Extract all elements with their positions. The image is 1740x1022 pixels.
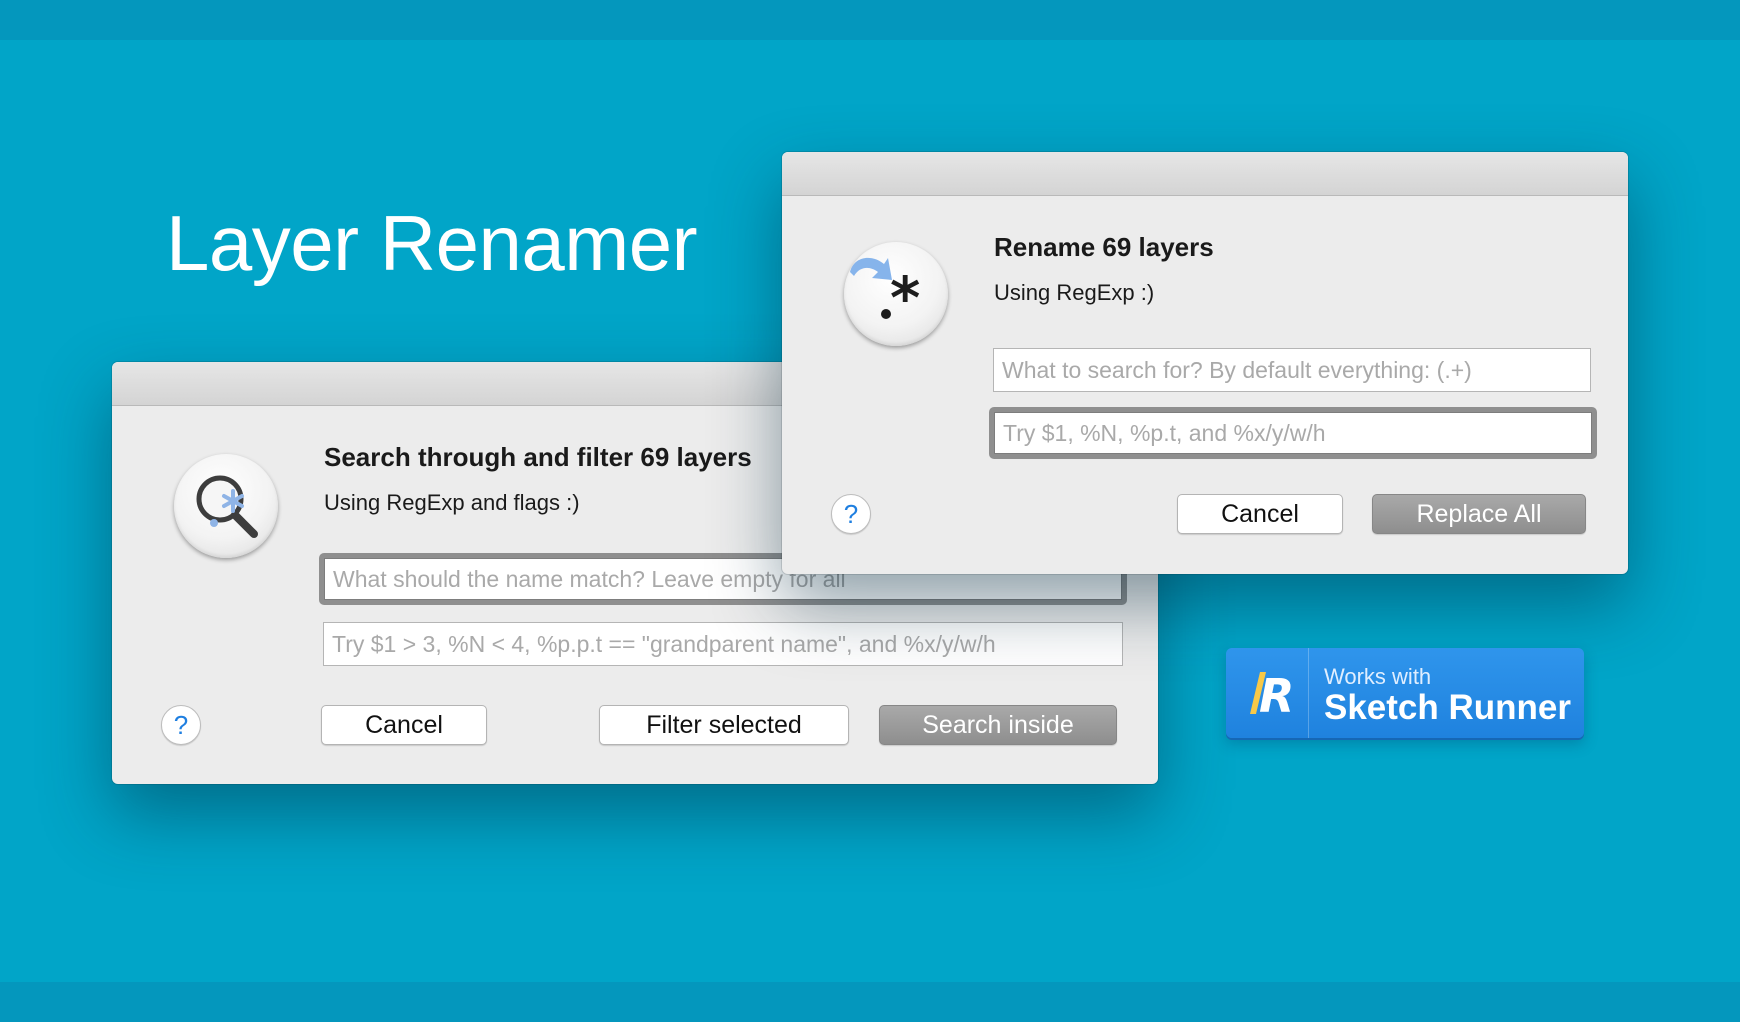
rename-dialog-titlebar[interactable]	[782, 152, 1628, 196]
condition-input[interactable]	[323, 622, 1123, 666]
rename-regexp-icon: *	[844, 242, 948, 346]
hero-title: Layer Renamer	[166, 199, 698, 287]
replace-field-focus-ring	[989, 407, 1597, 459]
search-help-button[interactable]: ?	[161, 705, 201, 745]
rename-cancel-button[interactable]: Cancel	[1177, 494, 1343, 534]
svg-text:R: R	[1259, 669, 1294, 723]
replace-all-button[interactable]: Replace All	[1372, 494, 1586, 534]
badge-sketch-runner: Sketch Runner	[1324, 688, 1571, 727]
badge-works-with: Works with	[1324, 664, 1432, 689]
rename-replace-input[interactable]	[994, 412, 1592, 454]
rename-search-input[interactable]	[993, 348, 1591, 392]
rename-dialog-title: Rename 69 layers	[994, 232, 1214, 262]
search-regexp-icon	[174, 454, 278, 558]
top-band	[0, 0, 1740, 40]
bottom-band	[0, 982, 1740, 1022]
rename-dialog-subtitle: Using RegExp :)	[994, 280, 1155, 305]
filter-selected-button[interactable]: Filter selected	[599, 705, 849, 745]
svg-text:*: *	[890, 264, 920, 332]
search-inside-button[interactable]: Search inside	[879, 705, 1117, 745]
sketch-runner-badge[interactable]: R Works with Sketch Runner	[1226, 648, 1584, 738]
rename-dialog: * Rename 69 layers Using RegExp :) ? Can…	[782, 152, 1628, 574]
search-dialog-title: Search through and filter 69 layers	[324, 442, 752, 472]
runner-logo-icon: R	[1226, 648, 1309, 738]
search-dialog-subtitle: Using RegExp and flags :)	[324, 490, 580, 515]
rename-help-button[interactable]: ?	[831, 494, 871, 534]
search-cancel-button[interactable]: Cancel	[321, 705, 487, 745]
